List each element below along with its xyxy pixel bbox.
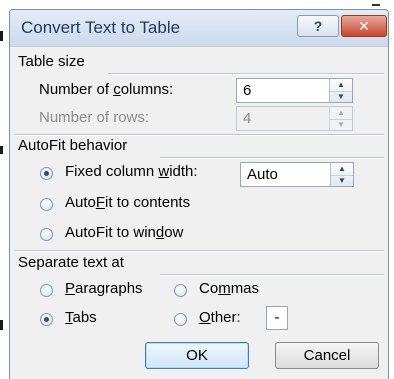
commas-label[interactable]: Commas [199,280,259,297]
table-size-heading: Table size [18,53,85,70]
radio-commas[interactable] [174,284,187,297]
autofit-heading: AutoFit behavior [18,137,128,154]
spin-down-icon[interactable]: ▼ [331,175,353,187]
fixed-width-spin-arrows: ▲ ▼ [330,163,353,186]
other-label[interactable]: Other: [199,309,241,326]
close-button[interactable]: ✕ [341,15,387,37]
autofit-window-label[interactable]: AutoFit to window [65,224,183,241]
close-icon: ✕ [358,17,370,34]
title-bar[interactable]: Convert Text to Table ? ✕ [10,10,388,47]
columns-spinner[interactable]: 6 ▲ ▼ [236,78,353,103]
rows-spin-arrows: ▲ ▼ [329,107,352,130]
rows-spinner: 4 ▲ ▼ [236,106,353,131]
radio-other[interactable] [174,313,187,326]
background-dash [372,4,380,6]
convert-text-to-table-dialog: Convert Text to Table ? ✕ Table size Num… [9,9,389,379]
columns-value[interactable]: 6 [243,82,251,99]
dialog-title: Convert Text to Table [21,18,181,37]
spin-down-icon: ▼ [337,119,345,129]
radio-tabs[interactable] [40,313,53,326]
cancel-button[interactable]: Cancel [275,342,379,369]
background-edge-mark [0,31,3,41]
paragraphs-label[interactable]: Paragraphs [65,280,143,297]
other-separator-input[interactable]: - [266,306,288,330]
radio-paragraphs[interactable] [40,284,53,297]
background-edge-mark [0,320,3,330]
separate-heading: Separate text at [18,254,124,271]
spin-down-icon[interactable]: ▼ [330,91,352,103]
screenshot: Convert Text to Table ? ✕ Table size Num… [0,0,394,379]
help-icon: ? [313,18,323,34]
table-size-divider [108,73,384,75]
tabs-label[interactable]: Tabs [65,309,97,326]
radio-fixed-width[interactable] [40,167,53,180]
autofit-divider [160,157,384,159]
fixed-width-spinner[interactable]: Auto ▲ ▼ [240,162,354,187]
radio-autofit-window[interactable] [40,228,53,241]
columns-label: Number of columns: [39,81,174,98]
autofit-contents-label[interactable]: AutoFit to contents [65,194,190,211]
rows-value: 4 [243,110,252,127]
help-button[interactable]: ? [297,15,339,37]
autofit-bottom-divider [14,250,384,252]
radio-autofit-contents[interactable] [40,198,53,211]
fixed-width-label[interactable]: Fixed column width: [65,163,198,180]
background-edge-mark [0,146,3,154]
table-size-bottom-divider [14,134,384,136]
fixed-width-value[interactable]: Auto [247,166,278,183]
columns-spin-arrows: ▲ ▼ [329,79,352,102]
rows-label: Number of rows: [39,109,150,126]
ok-button[interactable]: OK [145,342,249,369]
separate-divider [160,274,384,276]
